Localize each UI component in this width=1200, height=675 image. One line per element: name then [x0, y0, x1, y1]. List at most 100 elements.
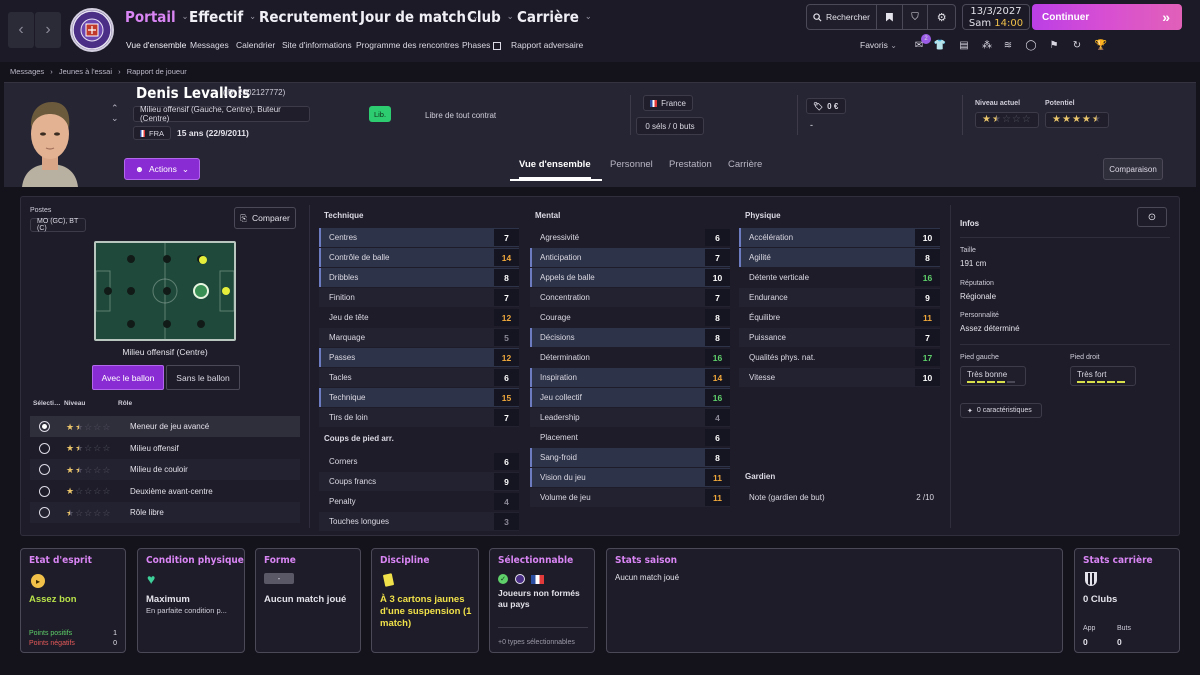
- refresh-button[interactable]: ↻: [1070, 38, 1084, 52]
- tab-personnel[interactable]: Personnel: [610, 159, 653, 170]
- attribute-row[interactable]: Inspiration 14: [530, 368, 730, 387]
- role-radio[interactable]: [39, 485, 50, 497]
- tab-carriere[interactable]: Carrière: [728, 159, 762, 170]
- position-dot-highlight[interactable]: [222, 287, 230, 295]
- nav-carriere[interactable]: Carrière ⌄: [517, 8, 592, 26]
- position-dot[interactable]: [127, 255, 135, 263]
- traits-chip[interactable]: ✦ 0 caractéristiques: [960, 403, 1042, 418]
- forward-button[interactable]: ›: [35, 12, 61, 48]
- role-row[interactable]: ★ ★ ☆ ☆ ☆ Milieu offensif: [30, 438, 300, 459]
- attribute-row[interactable]: Contrôle de balle 14: [319, 248, 519, 267]
- attribute-row[interactable]: Vitesse 10: [739, 368, 940, 387]
- club-crest[interactable]: [70, 8, 114, 52]
- subnav-programme[interactable]: Programme des rencontres: [356, 40, 459, 50]
- role-radio[interactable]: [39, 442, 50, 454]
- attribute-row[interactable]: Corners 6: [319, 452, 519, 471]
- attribute-row[interactable]: Puissance 7: [739, 328, 940, 347]
- club-switch-button[interactable]: ⛉: [901, 5, 928, 29]
- position-dot[interactable]: [197, 320, 205, 328]
- role-radio[interactable]: [39, 464, 50, 475]
- attribute-row[interactable]: Technique 15: [319, 388, 519, 407]
- position-dot-highlight[interactable]: [199, 256, 207, 264]
- career-stats-card[interactable]: Stats carrière 0 Clubs App 0 Buts 0: [1074, 548, 1180, 653]
- attribute-row[interactable]: Note (gardien de but) 2 /10: [739, 488, 940, 507]
- col-header-level[interactable]: Niveau: [64, 400, 85, 407]
- selected-position-marker[interactable]: [193, 283, 209, 299]
- col-header-selection[interactable]: Sélecti…: [33, 400, 60, 407]
- training-button[interactable]: ◯: [1024, 38, 1038, 52]
- trophy-button[interactable]: 🏆: [1094, 38, 1108, 52]
- attribute-row[interactable]: Centres 7: [319, 228, 519, 247]
- attribute-row[interactable]: Courage 8: [530, 308, 730, 327]
- attribute-row[interactable]: Finition 7: [319, 288, 519, 307]
- attribute-row[interactable]: Coups francs 9: [319, 472, 519, 491]
- subnav-phases[interactable]: Phases: [462, 40, 501, 50]
- season-stats-card[interactable]: Stats saison Aucun match joué: [606, 548, 1063, 653]
- kit-button[interactable]: 👕: [933, 38, 947, 52]
- position-dot[interactable]: [104, 287, 112, 295]
- role-row[interactable]: ★ ★ ☆ ☆ ☆ Meneur de jeu avancé: [30, 416, 300, 437]
- attribute-row[interactable]: Passes 12: [319, 348, 519, 367]
- attribute-row[interactable]: Appels de balle 10: [530, 268, 730, 287]
- position-dot[interactable]: [127, 320, 135, 328]
- inbox-button[interactable]: ✉ 2: [912, 34, 931, 52]
- nav-recrutement[interactable]: Recrutement ⌄: [259, 8, 371, 26]
- attribute-row[interactable]: Vision du jeu 11: [530, 468, 730, 487]
- nav-jour-de-match[interactable]: Jour de match ⌄: [360, 8, 479, 26]
- role-row[interactable]: ★ ☆ ☆ ☆ ☆ Rôle libre: [30, 502, 300, 523]
- bookmark-button[interactable]: [876, 5, 902, 29]
- without-ball-toggle[interactable]: Sans le ballon: [166, 365, 240, 390]
- attribute-row[interactable]: Jeu collectif 16: [530, 388, 730, 407]
- role-radio[interactable]: [39, 507, 50, 518]
- attribute-row[interactable]: Anticipation 7: [530, 248, 730, 267]
- selectable-card[interactable]: Sélectionnable ✓ Joueurs non formés au p…: [489, 548, 595, 653]
- attribute-row[interactable]: Accélération 10: [739, 228, 940, 247]
- continue-button[interactable]: Continuer»: [1032, 4, 1182, 30]
- nationality-chip[interactable]: FRA: [133, 126, 171, 140]
- position-dot[interactable]: [127, 287, 135, 295]
- subnav-rapport-adversaire[interactable]: Rapport adversaire: [511, 40, 583, 50]
- attribute-row[interactable]: Volume de jeu 11: [530, 488, 730, 507]
- next-player-button[interactable]: ⌄: [111, 113, 119, 123]
- condition-card[interactable]: Condition physique ♥ Maximum En parfaite…: [137, 548, 245, 653]
- attribute-row[interactable]: Décisions 8: [530, 328, 730, 347]
- info-settings-button[interactable]: ⊙: [1137, 207, 1167, 227]
- attribute-row[interactable]: Leadership 4: [530, 408, 730, 427]
- attribute-row[interactable]: Détermination 16: [530, 348, 730, 367]
- settings-button[interactable]: ⚙: [927, 5, 955, 29]
- attribute-row[interactable]: Sang-froid 8: [530, 448, 730, 467]
- role-row[interactable]: ★ ☆ ☆ ☆ ☆ Deuxième avant-centre: [30, 481, 300, 502]
- subnav-calendrier[interactable]: Calendrier: [236, 40, 275, 50]
- attribute-row[interactable]: Concentration 7: [530, 288, 730, 307]
- nav-effectif[interactable]: Effectif ⌄: [189, 8, 256, 26]
- attribute-row[interactable]: Détente verticale 16: [739, 268, 940, 287]
- attribute-row[interactable]: Tirs de loin 7: [319, 408, 519, 427]
- finance-button[interactable]: ≋: [1001, 38, 1015, 52]
- nav-club[interactable]: Club ⌄: [467, 8, 514, 26]
- document-button[interactable]: ▤: [957, 38, 971, 52]
- discipline-card[interactable]: Discipline À 3 cartons jaunes d'une susp…: [371, 548, 479, 653]
- position-pitch[interactable]: [94, 241, 236, 341]
- actions-button[interactable]: ☻ Actions ⌄: [124, 158, 200, 180]
- previous-player-button[interactable]: ⌃: [111, 103, 119, 113]
- subnav-site-informations[interactable]: Site d'informations: [282, 40, 352, 50]
- attribute-row[interactable]: Agilité 8: [739, 248, 940, 267]
- attribute-row[interactable]: Dribbles 8: [319, 268, 519, 287]
- morale-card[interactable]: Etat d'esprit ▸ Assez bon Points positif…: [20, 548, 126, 653]
- subnav-messages[interactable]: Messages: [190, 40, 229, 50]
- back-button[interactable]: ‹: [8, 12, 34, 48]
- role-row[interactable]: ★ ★ ☆ ☆ ☆ Milieu de couloir: [30, 459, 300, 480]
- attribute-row[interactable]: Endurance 9: [739, 288, 940, 307]
- breadcrumb-trialists[interactable]: Jeunes à l'essai: [59, 67, 112, 76]
- player-value[interactable]: 🏷 0 €: [806, 98, 846, 114]
- attribute-row[interactable]: Tacles 6: [319, 368, 519, 387]
- compare-button[interactable]: ⎘ Comparer: [234, 207, 296, 229]
- position-dot[interactable]: [163, 320, 171, 328]
- col-header-role[interactable]: Rôle: [118, 400, 132, 407]
- attribute-row[interactable]: Équilibre 11: [739, 308, 940, 327]
- attribute-row[interactable]: Touches longues 3: [319, 512, 519, 531]
- attribute-row[interactable]: Jeu de tête 12: [319, 308, 519, 327]
- comparison-button[interactable]: Comparaison: [1103, 158, 1163, 180]
- scouting-button[interactable]: ⚑: [1047, 38, 1061, 52]
- search-button[interactable]: Rechercher: [807, 5, 876, 29]
